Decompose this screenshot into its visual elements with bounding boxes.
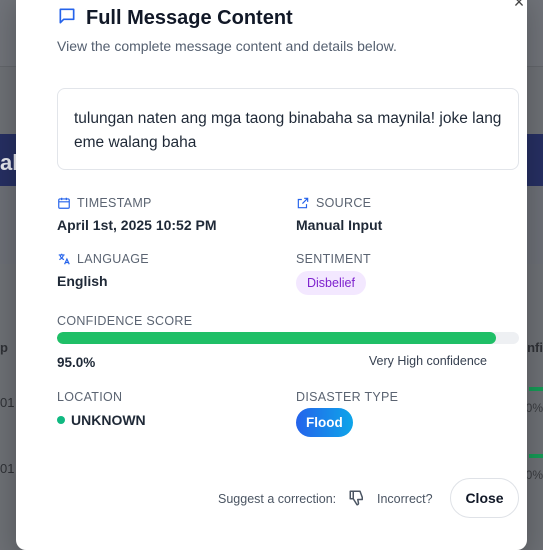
confidence-label-text: Confidence Score [57, 314, 193, 328]
location-value: UNKNOWN [71, 412, 146, 428]
close-icon[interactable]: × [511, 0, 527, 11]
confidence-bar [57, 332, 519, 344]
language-label: Language [57, 252, 149, 266]
background-cell: 0% [525, 401, 543, 415]
disaster-type-badge: Flood [296, 408, 353, 437]
message-dialog: × Full Message Content View the complete… [16, 0, 527, 550]
source-label-text: Source [316, 196, 372, 210]
confidence-percent: 95.0% [57, 355, 96, 370]
location-label-text: Location [57, 390, 123, 404]
background-column-header: nfi [527, 340, 543, 355]
sentiment-label: Sentiment [296, 252, 371, 266]
timestamp-value: April 1st, 2025 10:52 PM [57, 217, 217, 233]
sentiment-badge: Disbelief [296, 271, 366, 295]
background-bar [529, 454, 543, 458]
timestamp-label: Timestamp [57, 196, 152, 210]
message-icon [57, 6, 77, 31]
translate-icon [58, 253, 70, 265]
dialog-title: Full Message Content [86, 7, 293, 29]
background-cell: 01 [0, 461, 15, 476]
confidence-level: Very High confidence [368, 354, 487, 368]
message-content: tulungan naten ang mga taong binabaha sa… [57, 88, 519, 170]
language-label-text: Language [77, 252, 149, 266]
source-value: Manual Input [296, 217, 383, 233]
dialog-header: Full Message Content [57, 6, 293, 31]
sentiment-label-text: Sentiment [296, 252, 371, 266]
background-bar [529, 387, 543, 391]
location-status-dot [57, 416, 65, 424]
incorrect-button[interactable]: Incorrect? [377, 492, 433, 506]
background-column-header: p [0, 340, 8, 355]
disaster-type-label-text: Disaster Type [296, 390, 399, 404]
calendar-icon [58, 197, 70, 209]
confidence-bar-fill [57, 332, 496, 344]
external-link-icon [297, 197, 309, 209]
background-cell: 01 [0, 395, 15, 410]
disaster-type-label: Disaster Type [296, 390, 398, 404]
location-label: Location [57, 390, 122, 404]
source-label: Source [296, 196, 371, 210]
thumbs-down-icon[interactable] [348, 489, 366, 512]
timestamp-label-text: Timestamp [77, 196, 152, 210]
confidence-label: Confidence Score [57, 314, 192, 328]
language-value: English [57, 273, 108, 289]
suggest-correction-label: Suggest a correction: [218, 492, 337, 506]
background-cell: 0% [525, 468, 543, 482]
close-button[interactable]: Close [450, 478, 519, 518]
dialog-subtitle: View the complete message content and de… [57, 38, 397, 54]
